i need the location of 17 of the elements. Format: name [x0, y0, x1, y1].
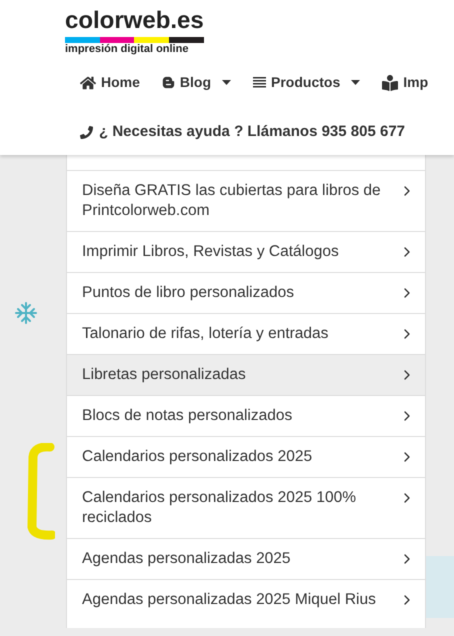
logo-tagline: impresión digital online	[65, 43, 190, 56]
logo-text[interactable]: colorweb.es	[65, 7, 204, 35]
nav-link[interactable]: Home	[80, 72, 140, 93]
help-text: ¿ Necesitas ayuda ? Llámanos 935 805 677	[99, 122, 405, 142]
caret-icon	[351, 80, 360, 85]
menu-item[interactable]: Libretas personalizadas	[67, 354, 425, 395]
blog-icon	[162, 76, 175, 89]
snowflake-icon	[14, 301, 38, 325]
caret-icon	[222, 80, 232, 85]
list-icon	[253, 76, 266, 89]
nav-link[interactable]: Imp	[382, 72, 428, 93]
background-shape	[426, 556, 454, 618]
nav-link[interactable]: Productos	[253, 72, 360, 93]
home-icon	[80, 74, 96, 90]
nav-link[interactable]: Blog	[162, 72, 232, 93]
phone-icon	[80, 126, 93, 139]
reader-icon	[382, 74, 398, 90]
